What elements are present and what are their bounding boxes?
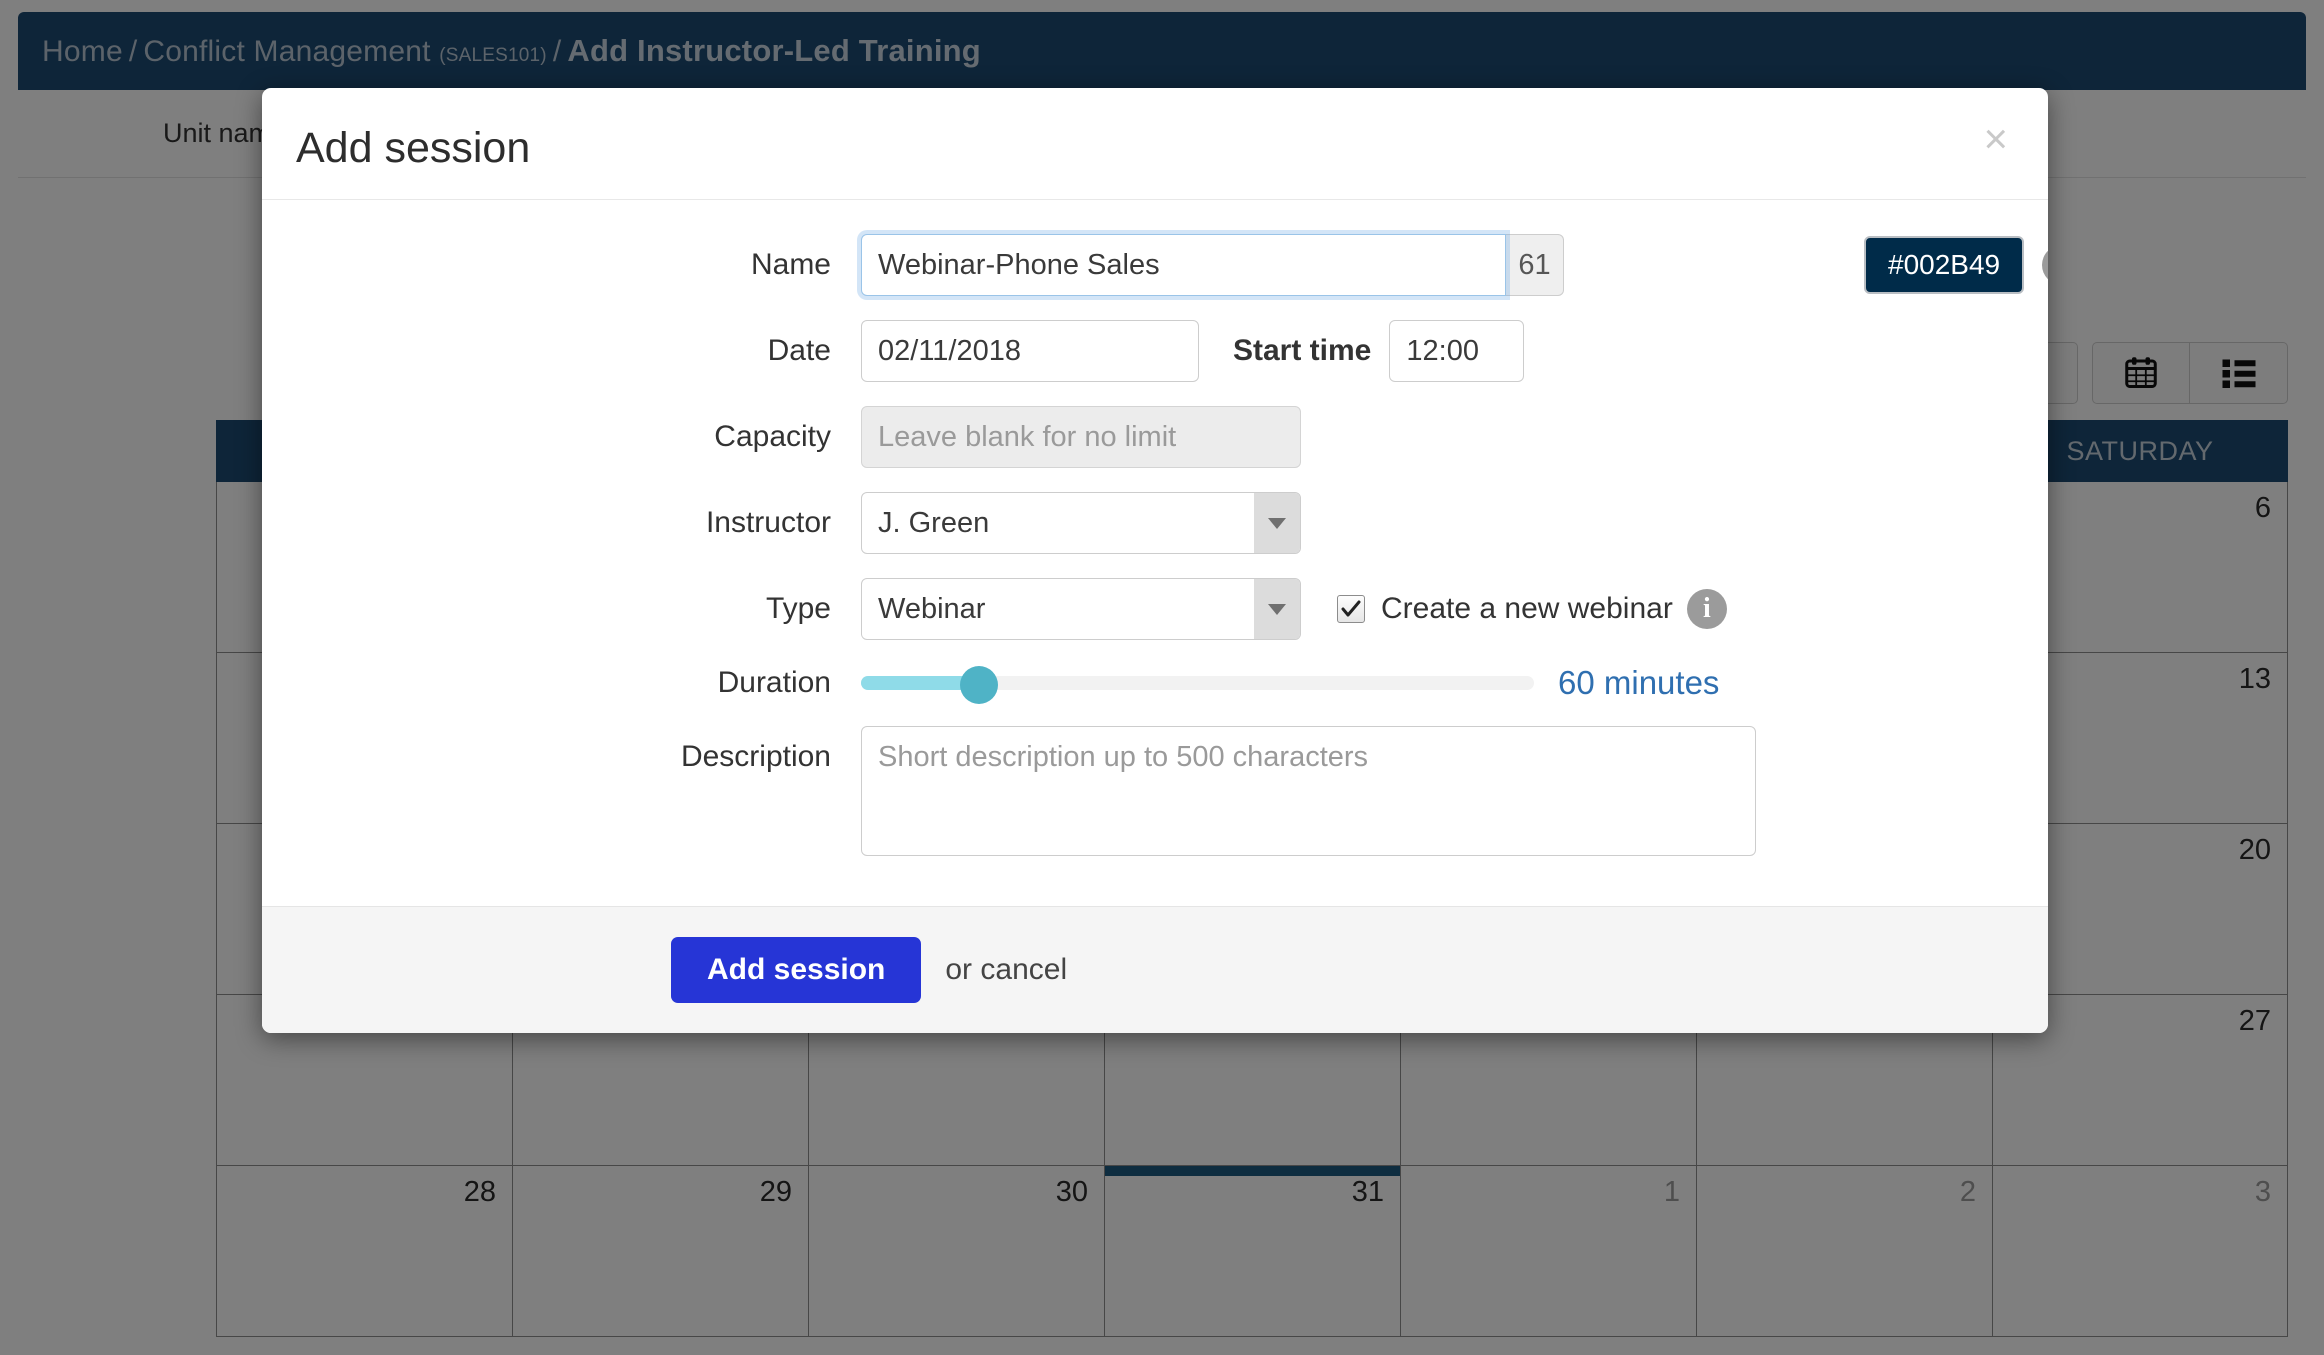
field-row-description: Description	[296, 726, 2014, 856]
name-character-count: 61	[1506, 234, 1564, 296]
type-select[interactable]: Webinar	[861, 578, 1301, 640]
field-row-type: Type Webinar Create a new webinar i	[296, 578, 2014, 640]
name-control-group: 61 #002B49 i	[861, 234, 2048, 296]
description-control-group	[861, 726, 1756, 856]
start-time-input[interactable]	[1389, 320, 1525, 382]
type-select-wrap: Webinar	[861, 578, 1301, 640]
info-icon[interactable]: i	[1686, 589, 1727, 629]
color-badge[interactable]: #002B49	[1864, 236, 2025, 294]
field-row-date: Date Start time	[296, 320, 2014, 382]
duration-value: 60 minutes	[1558, 664, 1720, 701]
duration-label: Duration	[717, 666, 831, 699]
start-time-label: Start time	[1233, 334, 1372, 367]
info-icon[interactable]: i	[2042, 245, 2048, 285]
color-badge-group: #002B49 i	[1864, 236, 2048, 294]
add-session-dialog: Add session × Name 61 #002B49 i	[262, 88, 2048, 1033]
dialog-title: Add session	[296, 124, 531, 172]
create-webinar-label: Create a new webinar	[1381, 592, 1673, 625]
name-input[interactable]	[861, 234, 1506, 296]
instructor-label: Instructor	[705, 506, 831, 539]
check-icon	[1341, 600, 1361, 617]
instructor-select[interactable]: J. Green	[861, 492, 1301, 554]
date-input[interactable]	[861, 320, 1199, 382]
field-row-duration: Duration 60 minutes	[296, 664, 2014, 704]
duration-slider[interactable]	[861, 666, 1534, 704]
capacity-label: Capacity	[714, 420, 831, 453]
create-webinar-checkbox[interactable]	[1337, 595, 1365, 623]
duration-control-group: 60 minutes	[861, 664, 1720, 704]
screenshot-root: Home/Conflict Management (SALES101)/Add …	[0, 0, 2324, 1355]
description-label: Description	[680, 740, 831, 773]
capacity-input[interactable]	[861, 406, 1301, 468]
instructor-select-wrap: J. Green	[861, 492, 1301, 554]
date-control-group: Start time	[861, 320, 1525, 382]
cancel-link[interactable]: or cancel	[945, 953, 1067, 987]
description-textarea[interactable]	[861, 726, 1756, 856]
capacity-control-group	[861, 406, 1301, 468]
create-webinar-group: Create a new webinar i	[1337, 589, 1727, 629]
field-row-name: Name 61 #002B49 i	[296, 234, 2048, 296]
name-label: Name	[750, 248, 831, 281]
type-label: Type	[765, 592, 831, 625]
add-session-button[interactable]: Add session	[671, 937, 922, 1003]
date-label: Date	[767, 334, 831, 367]
instructor-control-group: J. Green	[861, 492, 1301, 554]
slider-handle[interactable]	[960, 666, 999, 704]
dialog-body: Name 61 #002B49 i Date Start	[262, 200, 2048, 906]
close-icon[interactable]: ×	[1973, 112, 2018, 166]
dialog-header: Add session ×	[262, 88, 2048, 200]
name-input-group: 61	[861, 234, 1564, 296]
field-row-instructor: Instructor J. Green	[296, 492, 2014, 554]
field-row-capacity: Capacity	[296, 406, 2014, 468]
type-control-group: Webinar Create a new webinar i	[861, 578, 1727, 640]
dialog-footer: Add session or cancel	[262, 906, 2048, 1033]
